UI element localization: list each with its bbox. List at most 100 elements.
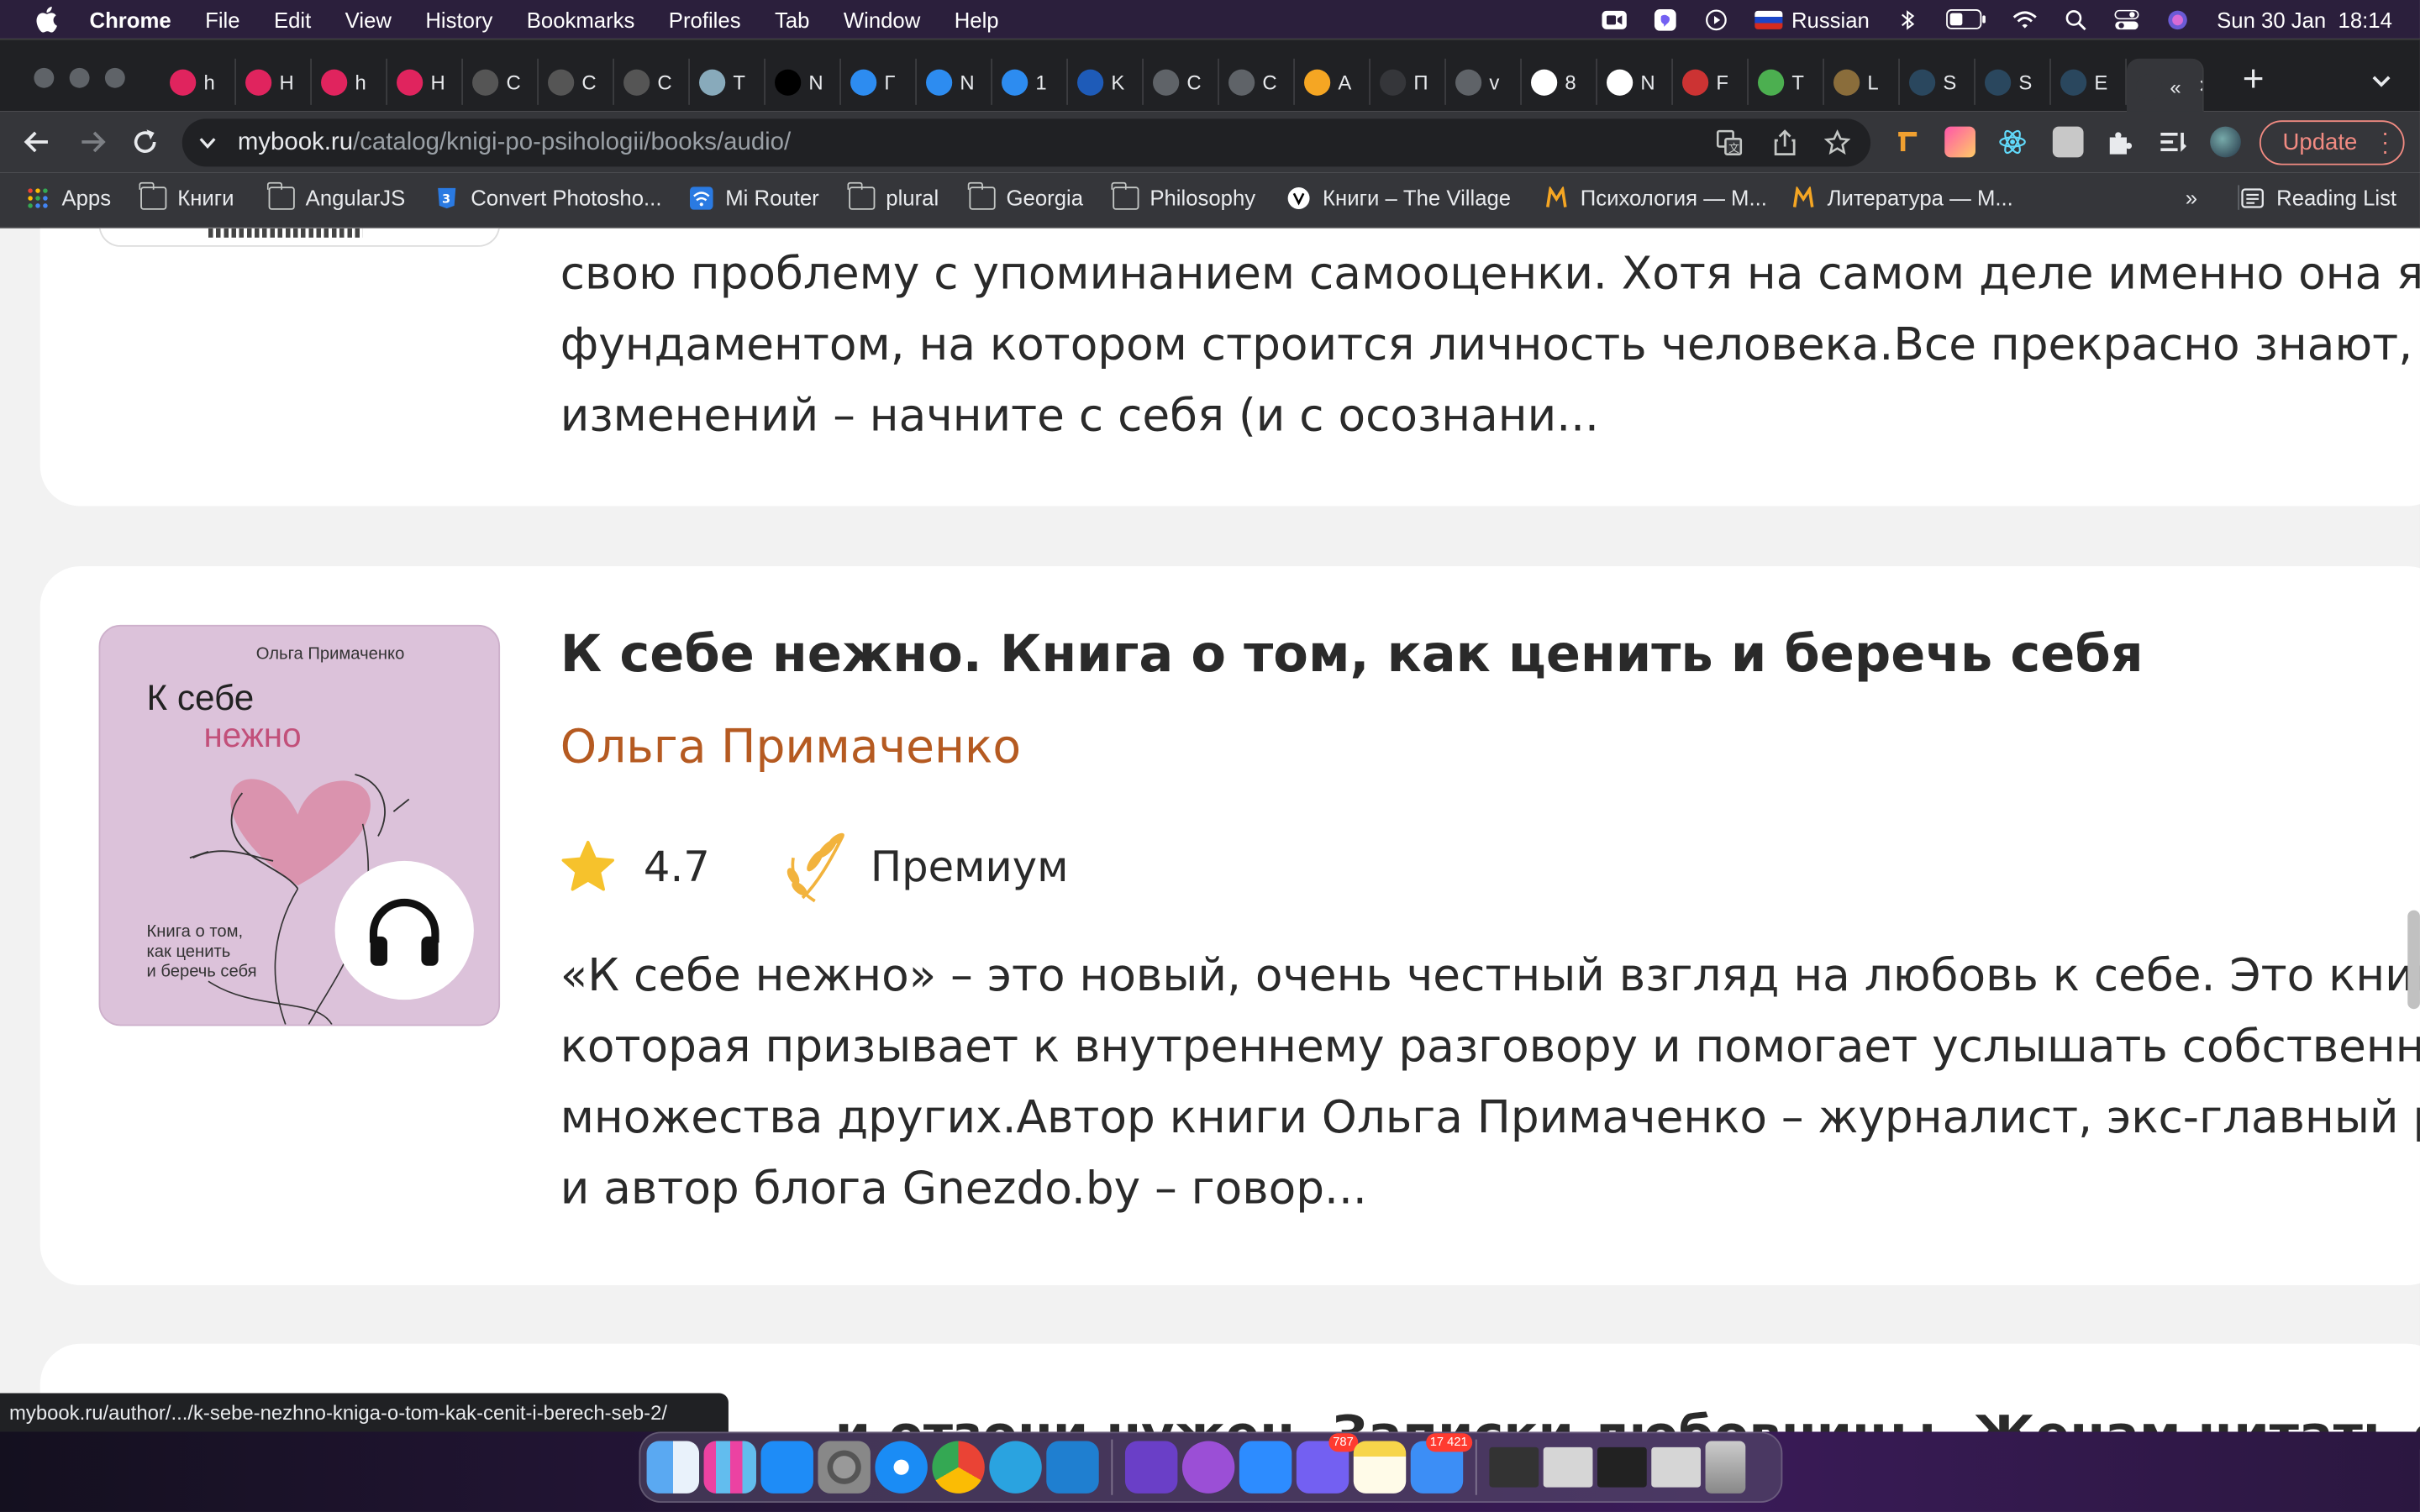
book-cover[interactable]: Ольга Примаченко К себе нежно Книга о то… (98, 624, 501, 1026)
menu-view[interactable]: View (345, 7, 392, 31)
browser-tab[interactable]: П (1370, 58, 1446, 105)
telegram-icon[interactable] (989, 1441, 1042, 1494)
more-vertical-icon[interactable]: · · · (2381, 122, 2389, 164)
bookmark-psychology-mybook[interactable]: Психология — M... (1544, 185, 1767, 210)
react-devtools-icon[interactable] (1997, 127, 2028, 158)
bluetooth-icon[interactable] (1896, 8, 1920, 30)
chrome-icon[interactable] (932, 1441, 985, 1494)
close-window-button[interactable] (34, 67, 55, 88)
browser-tab[interactable]: L (1824, 58, 1900, 105)
browser-tab[interactable]: v (1446, 58, 1522, 105)
browser-tab[interactable]: S (1900, 58, 1975, 105)
browser-tab[interactable]: C (614, 58, 691, 105)
menu-window[interactable]: Window (844, 7, 920, 31)
reading-list-button[interactable]: Reading List (2238, 185, 2396, 210)
siri-icon[interactable] (2166, 8, 2191, 30)
page-scrollbar[interactable] (2407, 910, 2420, 1010)
profile-avatar[interactable] (2210, 126, 2241, 158)
browser-tab[interactable]: 8 (1522, 58, 1597, 105)
extension-gradient-icon[interactable] (1944, 126, 1975, 158)
browser-tab[interactable]: S (1975, 58, 2051, 105)
browser-tab[interactable]: 1 (992, 58, 1068, 105)
browser-tab[interactable]: «✕ (2126, 58, 2204, 114)
browser-tab[interactable]: C (1144, 58, 1219, 105)
extension-pipe-icon[interactable] (1892, 127, 1923, 158)
launchpad-icon[interactable] (703, 1441, 756, 1494)
browser-tab[interactable]: h (312, 58, 388, 105)
trash-icon[interactable] (1705, 1441, 1746, 1494)
menu-file[interactable]: File (205, 7, 239, 31)
podcasts-icon[interactable] (1181, 1441, 1235, 1494)
menu-help[interactable]: Help (955, 7, 999, 31)
reading-mode-icon[interactable] (2158, 127, 2189, 158)
menu-clock[interactable]: Sun 30 Jan 18:14 (2217, 7, 2392, 31)
bookmark-the-village[interactable]: Книги – The Village (1286, 185, 1511, 210)
book-card-previous[interactable]: свою проблему с упоминанием самооценки. … (39, 228, 2420, 507)
address-bar[interactable]: mybook.ru/catalog/knigi-po-psihologii/bo… (182, 118, 1871, 167)
notes-icon[interactable] (1353, 1441, 1407, 1494)
menu-bookmarks[interactable]: Bookmarks (527, 7, 635, 31)
browser-tab[interactable]: T (1749, 58, 1824, 105)
omnibox-chevron-icon[interactable] (197, 133, 218, 153)
menu-history[interactable]: History (425, 7, 492, 31)
book-title-link[interactable]: К себе нежно. Книга о том, как ценить и … (560, 623, 2144, 684)
bookmark-star-icon[interactable] (1823, 129, 1851, 155)
forward-arrow-icon[interactable] (77, 127, 108, 158)
menu-tab[interactable]: Tab (775, 7, 809, 31)
vscode-icon[interactable] (1046, 1441, 1099, 1494)
minimize-window-button[interactable] (69, 67, 90, 88)
input-source[interactable]: Russian (1754, 7, 1870, 32)
system-preferences-icon[interactable] (818, 1441, 871, 1494)
control-center-icon[interactable] (2115, 8, 2140, 30)
viber-status-icon[interactable] (1653, 8, 1677, 30)
bookmark-folder-georgia[interactable]: Georgia (968, 181, 1083, 210)
bookmark-folder-plural[interactable]: plural (848, 181, 939, 210)
back-arrow-icon[interactable] (22, 127, 53, 158)
minimized-window-thumbnail[interactable] (1489, 1446, 1539, 1488)
minimized-window-thumbnail[interactable] (1543, 1446, 1593, 1488)
book-author-link[interactable]: Ольга Примаченко (560, 721, 1021, 774)
zoom-window-button[interactable] (104, 67, 125, 88)
menu-app-name[interactable]: Chrome (90, 7, 171, 31)
browser-tab[interactable]: N (765, 58, 842, 105)
browser-tab[interactable]: F (1673, 58, 1749, 105)
minimized-window-thumbnail[interactable] (1651, 1446, 1702, 1488)
browser-tab[interactable]: H (387, 58, 464, 105)
menu-profiles[interactable]: Profiles (669, 7, 741, 31)
battery-icon[interactable] (1946, 9, 1987, 29)
extension-grey-icon[interactable] (2052, 126, 2084, 158)
safari-icon[interactable] (875, 1441, 928, 1494)
minimized-window-thumbnail[interactable] (1597, 1446, 1647, 1488)
chevron-down-icon[interactable] (2370, 70, 2392, 92)
browser-tab[interactable]: A (1295, 58, 1370, 105)
menu-edit[interactable]: Edit (274, 7, 311, 31)
wifi-status-icon[interactable] (2013, 8, 2038, 30)
bookmark-folder-knigi[interactable]: Книги (139, 181, 234, 210)
apple-logo-icon[interactable] (33, 5, 60, 33)
bookmark-literature-mybook[interactable]: Литература — M... (1791, 185, 2013, 210)
browser-tab[interactable]: C (539, 58, 615, 105)
browser-tab[interactable]: C (1219, 58, 1295, 105)
browser-tab[interactable]: T (690, 58, 766, 105)
bookmarks-overflow-button[interactable]: » (2186, 185, 2197, 209)
browser-tab[interactable]: Г (841, 58, 917, 105)
viber-icon[interactable]: 787 (1296, 1433, 1359, 1494)
zoom-status-icon[interactable] (1602, 8, 1627, 30)
app-store-icon[interactable] (760, 1441, 813, 1494)
url-text[interactable]: mybook.ru/catalog/knigi-po-psihologii/bo… (238, 129, 791, 157)
close-tab-icon[interactable]: ✕ (2198, 76, 2202, 97)
share-icon[interactable] (1772, 129, 1798, 156)
book-cover-previous[interactable] (98, 228, 501, 247)
mail-icon[interactable]: 17 421 (1410, 1433, 1473, 1494)
browser-tab[interactable]: K (1068, 58, 1144, 105)
update-button[interactable]: Update · · · (2259, 120, 2405, 165)
extensions-puzzle-icon[interactable] (2105, 127, 2136, 158)
bookmark-convert-photoshop[interactable]: 3 Convert Photosho... (434, 185, 661, 210)
browser-tab[interactable]: E (2051, 58, 2127, 105)
bookmark-mi-router[interactable]: Mi Router (688, 185, 819, 210)
reload-icon[interactable] (129, 127, 160, 158)
bookmark-apps[interactable]: Apps (24, 185, 111, 210)
translate-icon[interactable]: 文 (1716, 129, 1743, 155)
new-tab-button[interactable]: + (2235, 61, 2272, 98)
browser-tab[interactable]: N (1597, 58, 1673, 105)
